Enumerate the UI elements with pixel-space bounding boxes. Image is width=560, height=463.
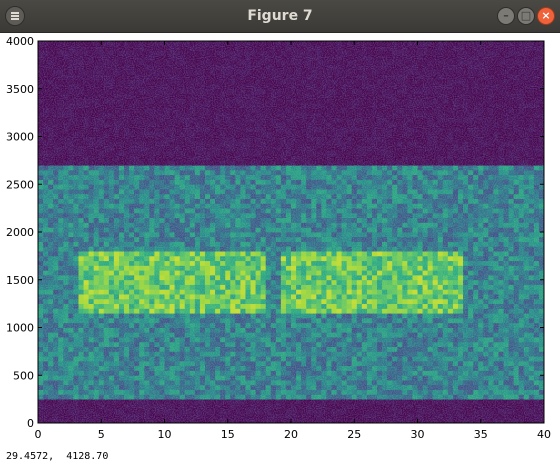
minimize-button[interactable]: – bbox=[497, 7, 515, 25]
figure-canvas[interactable]: 0 5 10 15 20 25 30 35 40 0 500 1000 1500 2000 2500 3000… bbox=[0, 33, 560, 449]
minimize-icon: – bbox=[503, 9, 509, 22]
spectrogram-plot[interactable]: 0 5 10 15 20 25 30 35 40050010001500200025003000… bbox=[0, 33, 560, 449]
window-title: Figure 7 bbox=[247, 8, 313, 24]
spectrogram-image bbox=[38, 41, 545, 424]
maximize-icon: □ bbox=[520, 9, 532, 22]
maximize-button[interactable]: □ bbox=[517, 7, 535, 25]
close-button[interactable]: × bbox=[537, 7, 555, 25]
close-icon: × bbox=[541, 9, 551, 22]
window-titlebar: Figure 7 – □ × bbox=[0, 0, 560, 33]
